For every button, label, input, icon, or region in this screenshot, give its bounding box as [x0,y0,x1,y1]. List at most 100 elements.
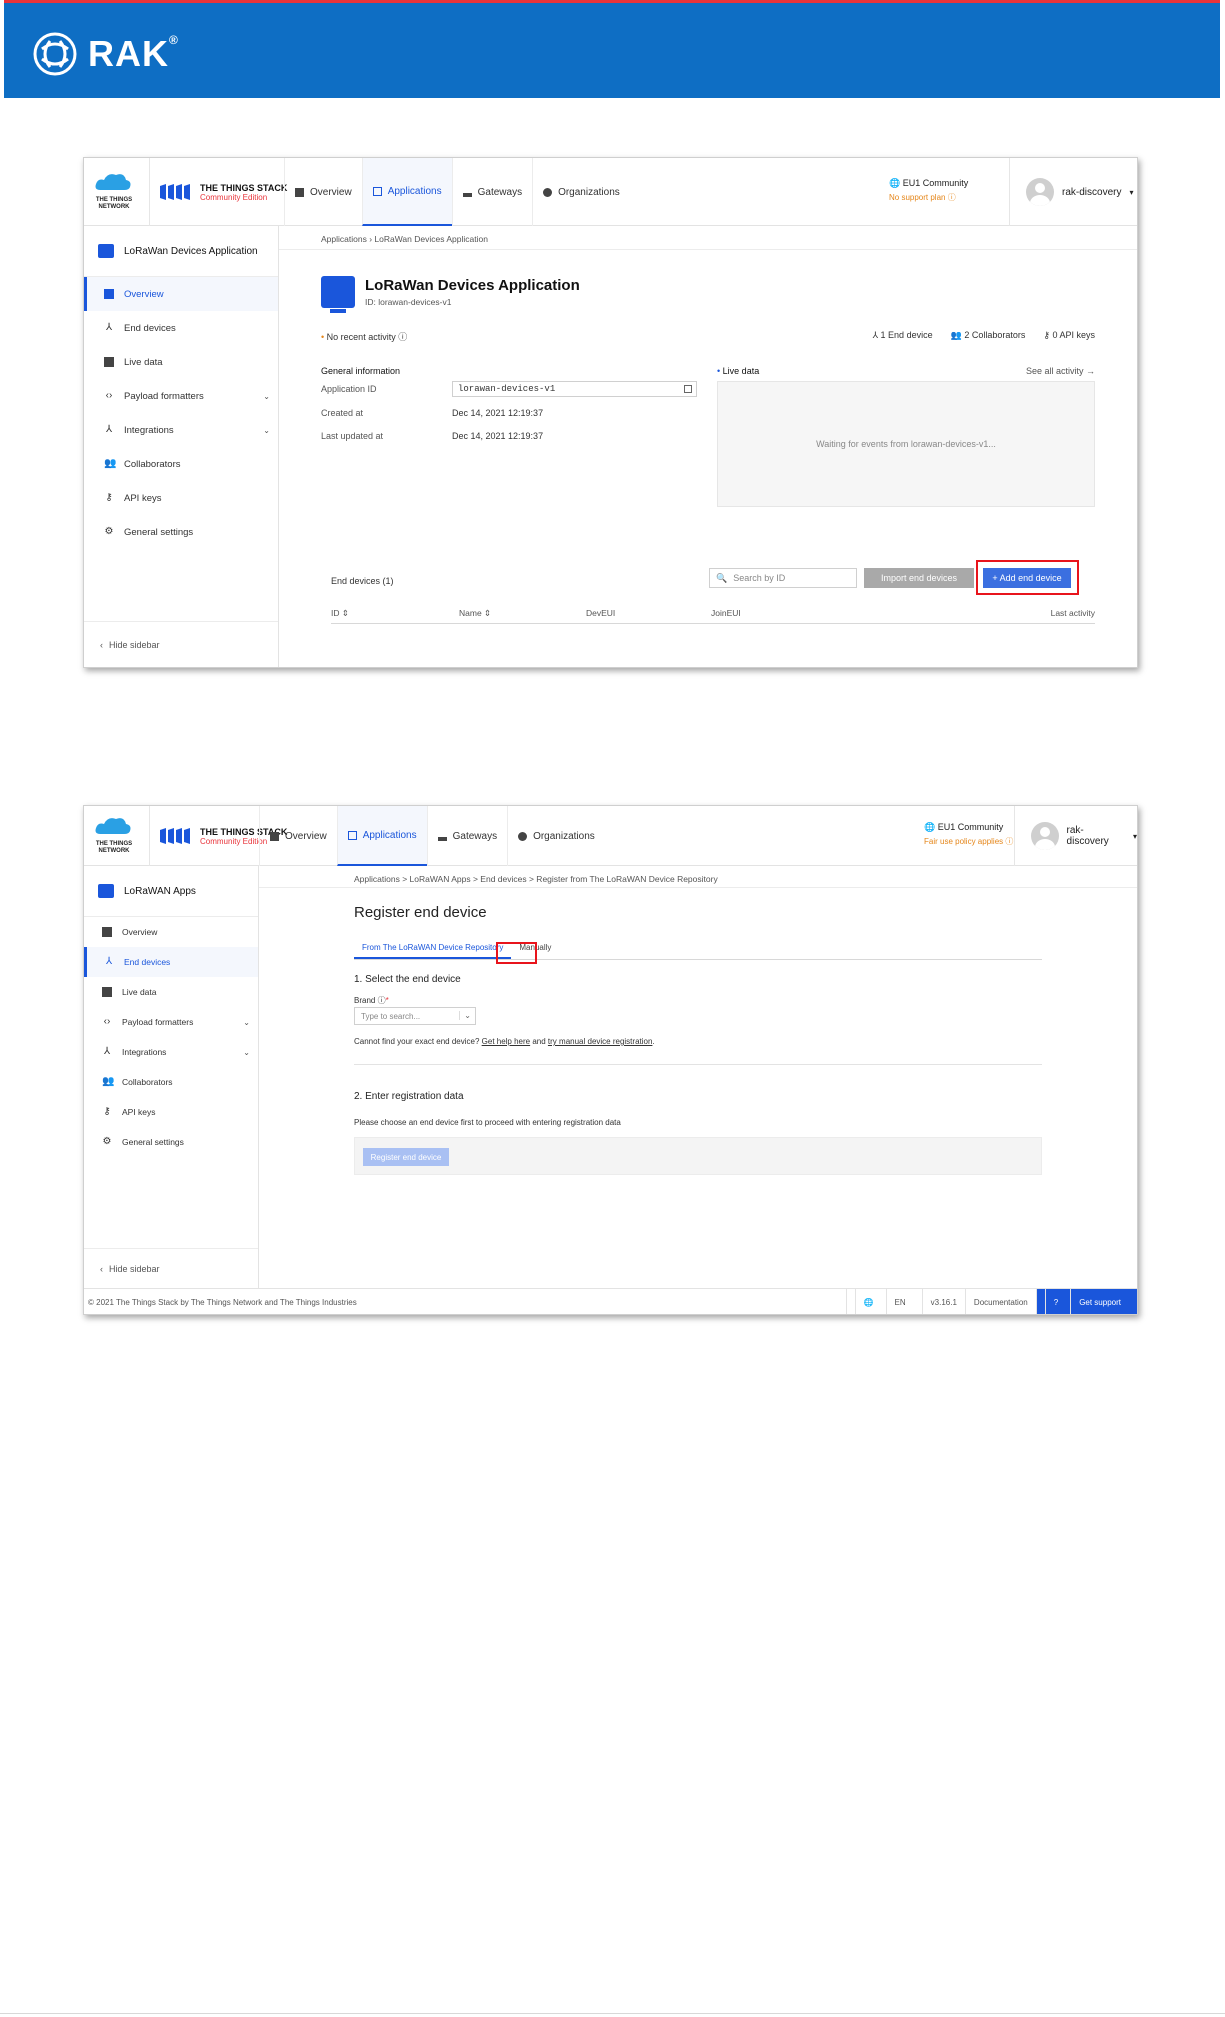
application-id-field[interactable]: lorawan-devices-v1 [452,381,697,397]
application-icon [321,276,355,313]
grid-icon [295,187,304,197]
top-bar: THE THINGS NETWORK THE THINGS STACK Comm… [84,158,1137,226]
sidebar-item-collaborators[interactable]: 👥 Collaborators [84,1067,258,1097]
nav-gateways[interactable]: Gateways [426,806,507,866]
help-text: Cannot find your exact end device? Get h… [354,1037,655,1046]
sidebar-item-live-data[interactable]: Live data [84,345,278,379]
documentation-link[interactable]: Documentation [964,1289,1036,1314]
key-icon: ⚷ [1043,330,1050,340]
version-label: v3.16.1 [921,1289,965,1314]
globe-icon: 🌐 [924,822,936,832]
sidebar-item-api-keys[interactable]: ⚷ API keys [84,1097,258,1127]
chevron-down-icon: ⌄ [459,1011,471,1020]
column-header: JoinEUI [711,608,741,618]
sidebar-app-header: LoRaWAN Apps [84,866,258,917]
tab-bar: From The LoRaWAN Device Repository Manua… [354,938,1042,960]
row-label: Created at [321,408,364,418]
sidebar-item-overview[interactable]: Overview [84,277,278,311]
stack-edition: Community Edition [200,192,268,202]
nav-organizations[interactable]: Organizations [507,806,605,866]
help-icon: ⓘ [377,996,386,1005]
sidebar-item-integrations[interactable]: ⅄ Integrations ⌄ [84,413,278,447]
sidebar-item-payload-formatters[interactable]: ‹› Payload formatters ⌄ [84,1007,258,1037]
nav-organizations[interactable]: Organizations [532,158,630,226]
ttn-logo[interactable]: THE THINGS NETWORK [94,172,134,212]
key-icon: ⚷ [103,1106,111,1117]
screenshot-register-end-device: THE THINGS NETWORK THE THINGS STACK Comm… [83,805,1138,1315]
nav-overview[interactable]: Overview [284,158,362,226]
rak-logo: RAK® [32,31,179,77]
main-nav: Overview Applications Gateways Organizat… [284,158,630,226]
see-all-activity-link[interactable]: See all activity → [1026,366,1095,376]
sidebar: LoRaWAN Apps Overview ⅄ End devices Live … [84,866,259,1288]
stat-api-keys[interactable]: ⚷ 0 API keys [1043,330,1095,341]
nav-applications[interactable]: Applications [361,158,452,226]
bottom-rule [0,2013,1225,2014]
tab-device-repository[interactable]: From The LoRaWAN Device Repository [354,938,512,959]
search-icon: 🔍 [716,572,728,583]
register-end-device-button[interactable]: Register end device [363,1148,449,1166]
get-support-button[interactable]: ? Get support [1035,1289,1137,1314]
sidebar-item-live-data[interactable]: Live data [84,977,258,1007]
page-title: LoRaWan Devices Application ID: lorawan-… [321,276,580,313]
gear-icon: ⚙ [104,526,114,537]
sidebar-item-end-devices[interactable]: ⅄ End devices [84,947,258,977]
sidebar-item-general-settings[interactable]: ⚙ General settings [84,515,278,549]
copy-icon[interactable] [684,385,692,393]
footer: © 2021 The Things Stack by The Things Ne… [84,1288,1137,1314]
help-icon: ⓘ [947,193,956,202]
user-menu[interactable]: rak-discovery ▾ [1009,158,1133,226]
breadcrumb[interactable]: Applications > LoRaWAN Apps > End device… [259,866,1137,888]
highlight-box [976,560,1079,595]
code-icon: ‹› [105,390,113,401]
sidebar-item-general-settings[interactable]: ⚙ General settings [84,1127,258,1157]
sidebar-item-overview[interactable]: Overview [84,917,258,947]
search-input[interactable]: 🔍 Search by ID [709,568,857,588]
rak-mark-icon [33,32,77,76]
gateway-icon [437,832,447,841]
region-info[interactable]: 🌐 EU1 Community No support plan ⓘ [889,178,968,203]
nav-gateways[interactable]: Gateways [451,158,532,226]
user-menu[interactable]: rak-discovery ▾ [1014,806,1137,866]
column-header[interactable]: ID ⇕ [331,608,349,619]
sidebar-item-end-devices[interactable]: ⅄ End devices [84,311,278,345]
status-dot-icon: • [321,332,325,342]
hide-sidebar-button[interactable]: ‹ Hide sidebar [84,1248,258,1288]
sidebar-item-collaborators[interactable]: 👥 Collaborators [84,447,278,481]
sidebar-item-payload-formatters[interactable]: ‹› Payload formatters ⌄ [84,379,278,413]
application-icon [98,244,114,258]
grid-icon [104,289,114,299]
brand-select[interactable]: Type to search... ⌄ [354,1007,476,1025]
import-end-devices-button[interactable]: Import end devices [864,568,974,588]
help-link[interactable]: Get help here [482,1037,530,1046]
nav-applications[interactable]: Applications [336,806,427,866]
instruction-text: Please choose an end device first to pro… [354,1118,621,1127]
hide-sidebar-button[interactable]: ‹ Hide sidebar [84,621,278,667]
column-header: DevEUI [586,608,616,618]
page-title: Register end device [354,904,487,921]
chevron-left-icon: ‹ [100,1263,103,1274]
sidebar-item-integrations[interactable]: ⅄ Integrations ⌄ [84,1037,258,1067]
stack-logo[interactable]: THE THINGS STACK Community Edition [149,158,287,226]
step-heading: 2. Enter registration data [354,1091,464,1102]
stat-collaborators[interactable]: 👥 2 Collaborators [951,330,1026,341]
gear-icon: ⚙ [102,1136,112,1147]
manual-registration-link[interactable]: try manual device registration [548,1037,653,1046]
chart-icon [102,987,112,997]
main-content: Applications > LoRaWAN Apps > End device… [259,866,1137,1288]
stat-end-devices[interactable]: ⅄ 1 End device [873,330,933,341]
status-dot-icon: • [717,366,721,376]
people-icon [518,831,528,841]
help-icon: ⓘ [1005,837,1014,846]
language-switcher[interactable]: 🌐 EN [845,1289,922,1314]
ttn-logo[interactable]: THE THINGS NETWORK [94,816,134,856]
region-info[interactable]: 🌐 EU1 Community Fair use policy applies … [924,822,1013,847]
updated-at-value: Dec 14, 2021 12:19:37 [452,431,544,441]
devices-icon: ⅄ [105,956,113,967]
globe-icon: 🌐 [889,178,901,188]
nav-overview[interactable]: Overview [259,806,337,866]
sidebar-item-api-keys[interactable]: ⚷ API keys [84,481,278,515]
breadcrumb[interactable]: Applications › LoRaWan Devices Applicati… [279,226,1137,250]
column-header[interactable]: Name ⇕ [459,608,491,619]
cloud-icon [95,818,131,834]
